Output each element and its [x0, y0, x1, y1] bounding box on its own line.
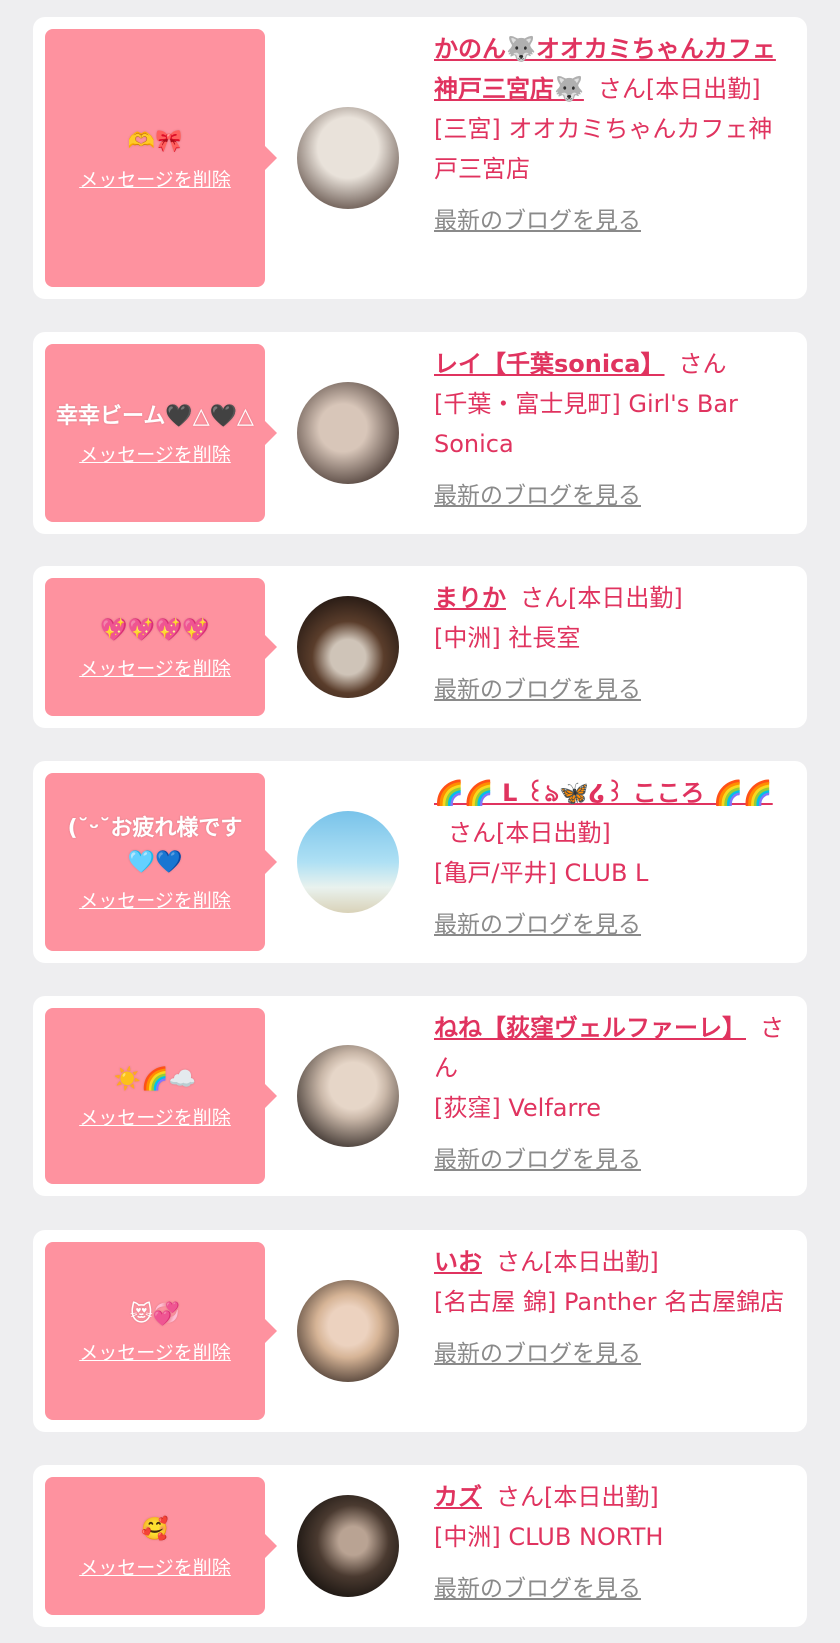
shop-text: [中洲] 社長室 [434, 624, 581, 652]
message-text: (˘ᵕ˘お疲れ様です🩵💙 [67, 815, 243, 875]
message-bubble: 🫶🎀 メッセージを削除 [45, 29, 277, 287]
message-bubble: 😻💞 メッセージを削除 [45, 1242, 277, 1420]
delete-message-link[interactable]: メッセージを削除 [79, 440, 231, 467]
message-text: ☀️🌈☁️ [113, 1066, 197, 1092]
message-bubble: 幸幸ビーム🖤△🖤△ メッセージを削除 [45, 344, 277, 522]
message-text: 💖💖💖💖 [100, 617, 210, 643]
message-card: 🫶🎀 メッセージを削除 かのん🐺オオカミちゃんカフェ神戸三宮店🐺 さん[本日出勤]… [33, 17, 807, 299]
shop-text: [三宮] オオカミちゃんカフェ神戸三宮店 [434, 115, 773, 183]
blog-link[interactable]: 最新のブログを見る [434, 476, 641, 510]
avatar[interactable] [297, 1495, 399, 1597]
message-bubble: 🥰 メッセージを削除 [45, 1477, 277, 1615]
honorific: さん [597, 75, 646, 103]
message-text: 幸幸ビーム🖤△🖤△ [56, 403, 254, 429]
honorific: さん [496, 1483, 544, 1511]
message-list: 🫶🎀 メッセージを削除 かのん🐺オオカミちゃんカフェ神戸三宮店🐺 さん[本日出勤]… [0, 0, 840, 1643]
message-bubble: 💖💖💖💖 メッセージを削除 [45, 578, 277, 716]
cast-name-link[interactable]: カズ [434, 1483, 482, 1511]
avatar[interactable] [297, 596, 399, 698]
message-card: ☀️🌈☁️ メッセージを削除 ねね【荻窪ヴェルファーレ】 さん [荻窪] Velf… [33, 996, 807, 1196]
blog-link[interactable]: 最新のブログを見る [434, 1334, 641, 1368]
delete-message-link[interactable]: メッセージを削除 [79, 165, 231, 192]
shop-text: [亀戸/平井] CLUB L [434, 859, 649, 887]
avatar[interactable] [297, 107, 399, 209]
shop-text: [中洲] CLUB NORTH [434, 1523, 664, 1551]
message-bubble: ☀️🌈☁️ メッセージを削除 [45, 1008, 277, 1184]
avatar[interactable] [297, 1280, 399, 1382]
avatar[interactable] [297, 811, 399, 913]
blog-link[interactable]: 最新のブログを見る [434, 670, 641, 704]
cast-name-link[interactable]: いお [434, 1248, 482, 1276]
shop-text: [千葉・富士見町] Girl's Bar Sonica [434, 390, 738, 458]
message-text: 🫶🎀 [127, 128, 183, 154]
shop-text: [荻窪] Velfarre [434, 1094, 602, 1122]
blog-link[interactable]: 最新のブログを見る [434, 201, 641, 235]
message-card: 🥰 メッセージを削除 カズ さん[本日出勤] [中洲] CLUB NORTH 最新… [33, 1465, 807, 1627]
blog-link[interactable]: 最新のブログを見る [434, 1569, 641, 1603]
message-card: (˘ᵕ˘お疲れ様です🩵💙 メッセージを削除 🌈🌈 L ꒰ঌ🦋໒꒱ こころ 🌈🌈 さ… [33, 761, 807, 963]
avatar[interactable] [297, 382, 399, 484]
honorific: さん [678, 350, 727, 378]
message-text: 😻💞 [129, 1301, 181, 1327]
cast-name-link[interactable]: 🌈🌈 L ꒰ঌ🦋໒꒱ こころ 🌈🌈 [434, 779, 773, 807]
message-bubble: (˘ᵕ˘お疲れ様です🩵💙 メッセージを削除 [45, 773, 277, 951]
message-card: 💖💖💖💖 メッセージを削除 まりか さん[本日出勤] [中洲] 社長室 最新のブロ… [33, 566, 807, 728]
status-text: [本日出勤] [645, 75, 761, 103]
status-text: [本日出勤] [496, 819, 611, 847]
shop-text: [名古屋 錦] Panther 名古屋錦店 [434, 1288, 785, 1316]
honorific: さん [448, 819, 496, 847]
cast-name-link[interactable]: まりか [434, 584, 506, 612]
blog-link[interactable]: 最新のブログを見る [434, 1140, 641, 1174]
status-text: [本日出勤] [544, 1248, 659, 1276]
message-text: 🥰 [141, 1516, 169, 1542]
honorific: さん [496, 1248, 544, 1276]
status-text: [本日出勤] [544, 1483, 659, 1511]
delete-message-link[interactable]: メッセージを削除 [79, 1103, 231, 1130]
delete-message-link[interactable]: メッセージを削除 [79, 1338, 231, 1365]
avatar[interactable] [297, 1045, 399, 1147]
honorific: さん [520, 584, 568, 612]
delete-message-link[interactable]: メッセージを削除 [79, 654, 231, 681]
message-card: 幸幸ビーム🖤△🖤△ メッセージを削除 レイ【千葉sonica】 さん [千葉・富士… [33, 332, 807, 534]
message-card: 😻💞 メッセージを削除 いお さん[本日出勤] [名古屋 錦] Panther 名… [33, 1230, 807, 1432]
blog-link[interactable]: 最新のブログを見る [434, 905, 641, 939]
delete-message-link[interactable]: メッセージを削除 [79, 1553, 231, 1580]
cast-name-link[interactable]: ねね【荻窪ヴェルファーレ】 [434, 1014, 746, 1042]
delete-message-link[interactable]: メッセージを削除 [79, 886, 231, 913]
status-text: [本日出勤] [568, 584, 683, 612]
cast-name-link[interactable]: レイ【千葉sonica】 [434, 350, 665, 378]
